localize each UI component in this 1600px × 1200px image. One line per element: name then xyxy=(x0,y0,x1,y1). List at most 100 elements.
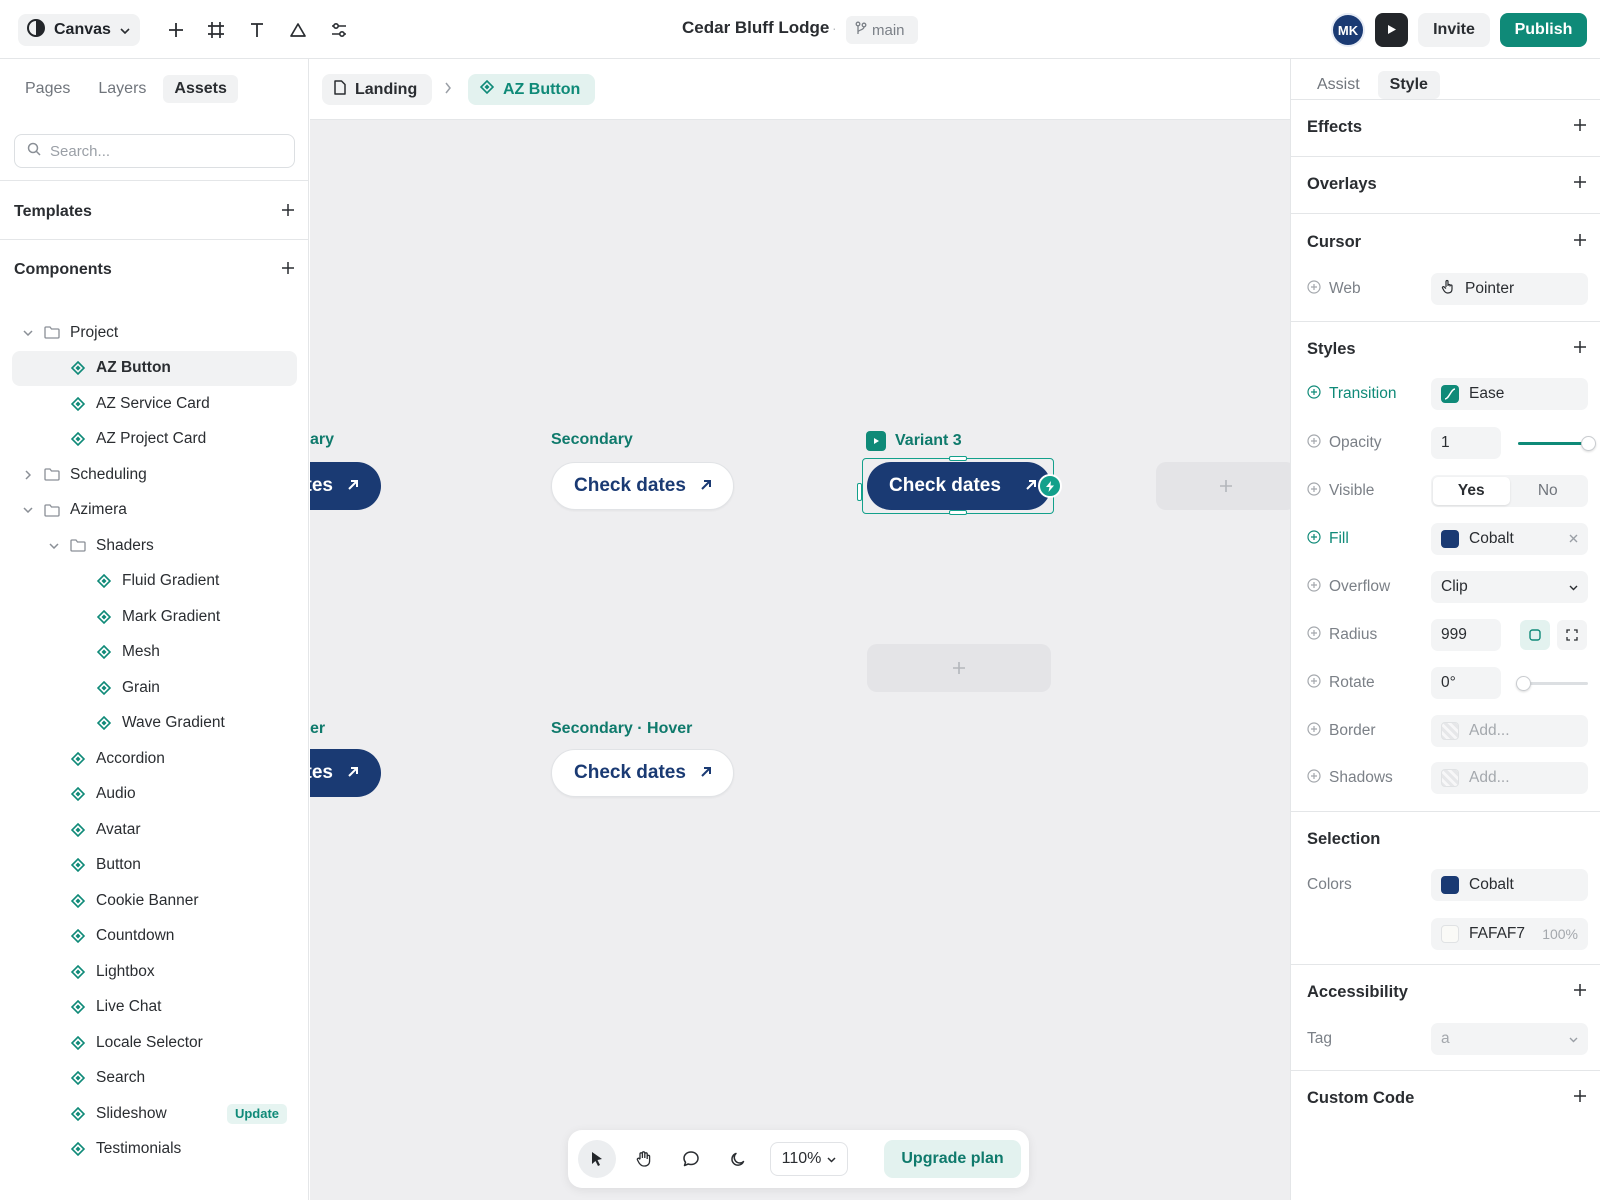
secondary-button-variant[interactable]: Check dates xyxy=(551,462,734,510)
visible-no-option[interactable]: No xyxy=(1510,477,1587,505)
preview-button[interactable] xyxy=(1375,13,1408,47)
fill-color-swatch[interactable] xyxy=(1441,530,1459,548)
canvas-mode-dropdown[interactable]: Canvas xyxy=(18,14,140,46)
tree-folder[interactable]: Project xyxy=(12,315,297,351)
hand-tool-icon[interactable] xyxy=(625,1140,663,1178)
close-icon[interactable] xyxy=(1569,530,1578,548)
selection-color-fafaf7[interactable]: FAFAF7 100% xyxy=(1431,918,1588,950)
select-tool-icon[interactable] xyxy=(578,1140,616,1178)
design-canvas[interactable]: ary ates Secondary Check dates Variant 3… xyxy=(310,120,1290,1200)
invite-button[interactable]: Invite xyxy=(1418,13,1490,47)
comment-tool-icon[interactable] xyxy=(672,1140,710,1178)
selection-color-cobalt[interactable]: Cobalt xyxy=(1431,869,1588,901)
transition-field[interactable]: Ease xyxy=(1431,378,1588,410)
avatar[interactable]: MK xyxy=(1331,13,1365,47)
tree-component[interactable]: AZ Service Card xyxy=(12,386,297,422)
rotate-slider-knob[interactable] xyxy=(1516,676,1531,691)
resize-handle-top[interactable] xyxy=(949,456,967,461)
tag-select[interactable]: a xyxy=(1431,1023,1588,1055)
tree-component[interactable]: Testimonials xyxy=(12,1132,297,1168)
chevron-down-icon[interactable] xyxy=(46,543,62,549)
primary-hover-button-variant[interactable]: ates xyxy=(310,749,381,797)
add-icon[interactable] xyxy=(160,14,192,46)
tree-component[interactable]: Countdown xyxy=(12,919,297,955)
variant-label-secondary[interactable]: Secondary xyxy=(551,431,633,449)
plus-circle-icon[interactable] xyxy=(1307,673,1321,693)
tree-component[interactable]: Mesh xyxy=(12,635,297,671)
add-overlay-icon[interactable] xyxy=(1573,175,1587,194)
tree-folder[interactable]: Scheduling xyxy=(12,457,297,493)
branch-selector[interactable]: main xyxy=(846,16,918,44)
vector-icon[interactable] xyxy=(282,14,314,46)
tree-component[interactable]: Avatar xyxy=(12,812,297,848)
plus-circle-icon[interactable] xyxy=(1307,384,1321,404)
tab-assist[interactable]: Assist xyxy=(1305,71,1372,99)
tab-layers[interactable]: Layers xyxy=(87,75,157,103)
tab-style[interactable]: Style xyxy=(1377,71,1440,99)
radius-uniform-icon[interactable] xyxy=(1520,620,1550,650)
opacity-input[interactable]: 1 xyxy=(1431,427,1501,459)
variant-label-primary[interactable]: ary xyxy=(310,431,334,449)
add-style-icon[interactable] xyxy=(1573,340,1587,359)
dark-mode-icon[interactable] xyxy=(719,1140,757,1178)
plus-circle-icon[interactable] xyxy=(1307,721,1321,741)
breadcrumb-component[interactable]: AZ Button xyxy=(468,74,595,105)
tree-component[interactable]: Audio xyxy=(12,777,297,813)
cursor-type-field[interactable]: Pointer xyxy=(1431,273,1588,305)
secondary-hover-button-variant[interactable]: Check dates xyxy=(551,749,734,797)
publish-button[interactable]: Publish xyxy=(1500,13,1587,47)
rotate-input[interactable]: 0° xyxy=(1431,667,1501,699)
add-variant-slot[interactable] xyxy=(1156,462,1290,510)
opacity-slider-knob[interactable] xyxy=(1581,436,1596,451)
add-custom-code-icon[interactable] xyxy=(1573,1089,1587,1108)
variant-label-secondary-hover[interactable]: Secondary · Hover xyxy=(551,720,692,738)
tree-component[interactable]: Button xyxy=(12,848,297,884)
plus-circle-icon[interactable] xyxy=(1307,433,1321,453)
update-badge[interactable]: Update xyxy=(226,1103,287,1124)
plus-circle-icon[interactable] xyxy=(1307,577,1321,597)
zoom-dropdown[interactable]: 110% xyxy=(770,1142,848,1176)
add-accessibility-icon[interactable] xyxy=(1573,983,1587,1002)
resize-handle-bottom[interactable] xyxy=(949,510,967,515)
add-component-icon[interactable] xyxy=(281,261,295,280)
plus-circle-icon[interactable] xyxy=(1307,768,1321,788)
tree-component[interactable]: Wave Gradient xyxy=(12,706,297,742)
plus-circle-icon[interactable] xyxy=(1307,279,1321,299)
primary-button-variant[interactable]: ates xyxy=(310,462,381,510)
border-field[interactable]: Add... xyxy=(1431,715,1588,747)
opacity-slider[interactable] xyxy=(1518,436,1596,451)
tree-folder[interactable]: Azimera xyxy=(12,493,297,529)
breadcrumb-page[interactable]: Landing xyxy=(322,74,432,105)
tree-component[interactable]: Grain xyxy=(12,670,297,706)
tree-component[interactable]: Live Chat xyxy=(12,990,297,1026)
tab-assets[interactable]: Assets xyxy=(163,75,238,103)
tree-component[interactable]: Cookie Banner xyxy=(12,883,297,919)
resize-handle-left[interactable] xyxy=(857,483,862,501)
tab-pages[interactable]: Pages xyxy=(14,75,81,103)
project-title[interactable]: Cedar Bluff Lodge xyxy=(682,18,829,38)
chevron-down-icon[interactable] xyxy=(20,330,36,336)
text-icon[interactable] xyxy=(241,14,273,46)
tree-component[interactable]: Slideshow Update xyxy=(12,1096,297,1132)
adjustments-icon[interactable] xyxy=(323,14,355,46)
tree-component[interactable]: AZ Project Card xyxy=(12,422,297,458)
overflow-select[interactable]: Clip xyxy=(1431,571,1588,603)
plus-circle-icon[interactable] xyxy=(1307,625,1321,645)
tree-folder[interactable]: Shaders xyxy=(12,528,297,564)
radius-individual-icon[interactable] xyxy=(1557,620,1587,650)
fill-field[interactable]: Cobalt xyxy=(1431,523,1588,555)
radius-input[interactable]: 999 xyxy=(1431,619,1501,651)
plus-circle-icon[interactable] xyxy=(1307,529,1321,549)
tree-component[interactable]: Locale Selector xyxy=(12,1025,297,1061)
tree-component[interactable]: AZ Button xyxy=(12,350,297,386)
plus-circle-icon[interactable] xyxy=(1307,481,1321,501)
tree-component[interactable]: Mark Gradient xyxy=(12,599,297,635)
add-template-icon[interactable] xyxy=(281,203,295,222)
upgrade-plan-button[interactable]: Upgrade plan xyxy=(884,1140,1021,1178)
tree-component[interactable]: Accordion xyxy=(12,741,297,777)
add-cursor-icon[interactable] xyxy=(1573,233,1587,252)
add-variant-slot[interactable] xyxy=(867,644,1051,692)
tree-component[interactable]: Lightbox xyxy=(12,954,297,990)
search-input[interactable]: Search... xyxy=(14,134,295,168)
tree-component[interactable]: Fluid Gradient xyxy=(12,564,297,600)
